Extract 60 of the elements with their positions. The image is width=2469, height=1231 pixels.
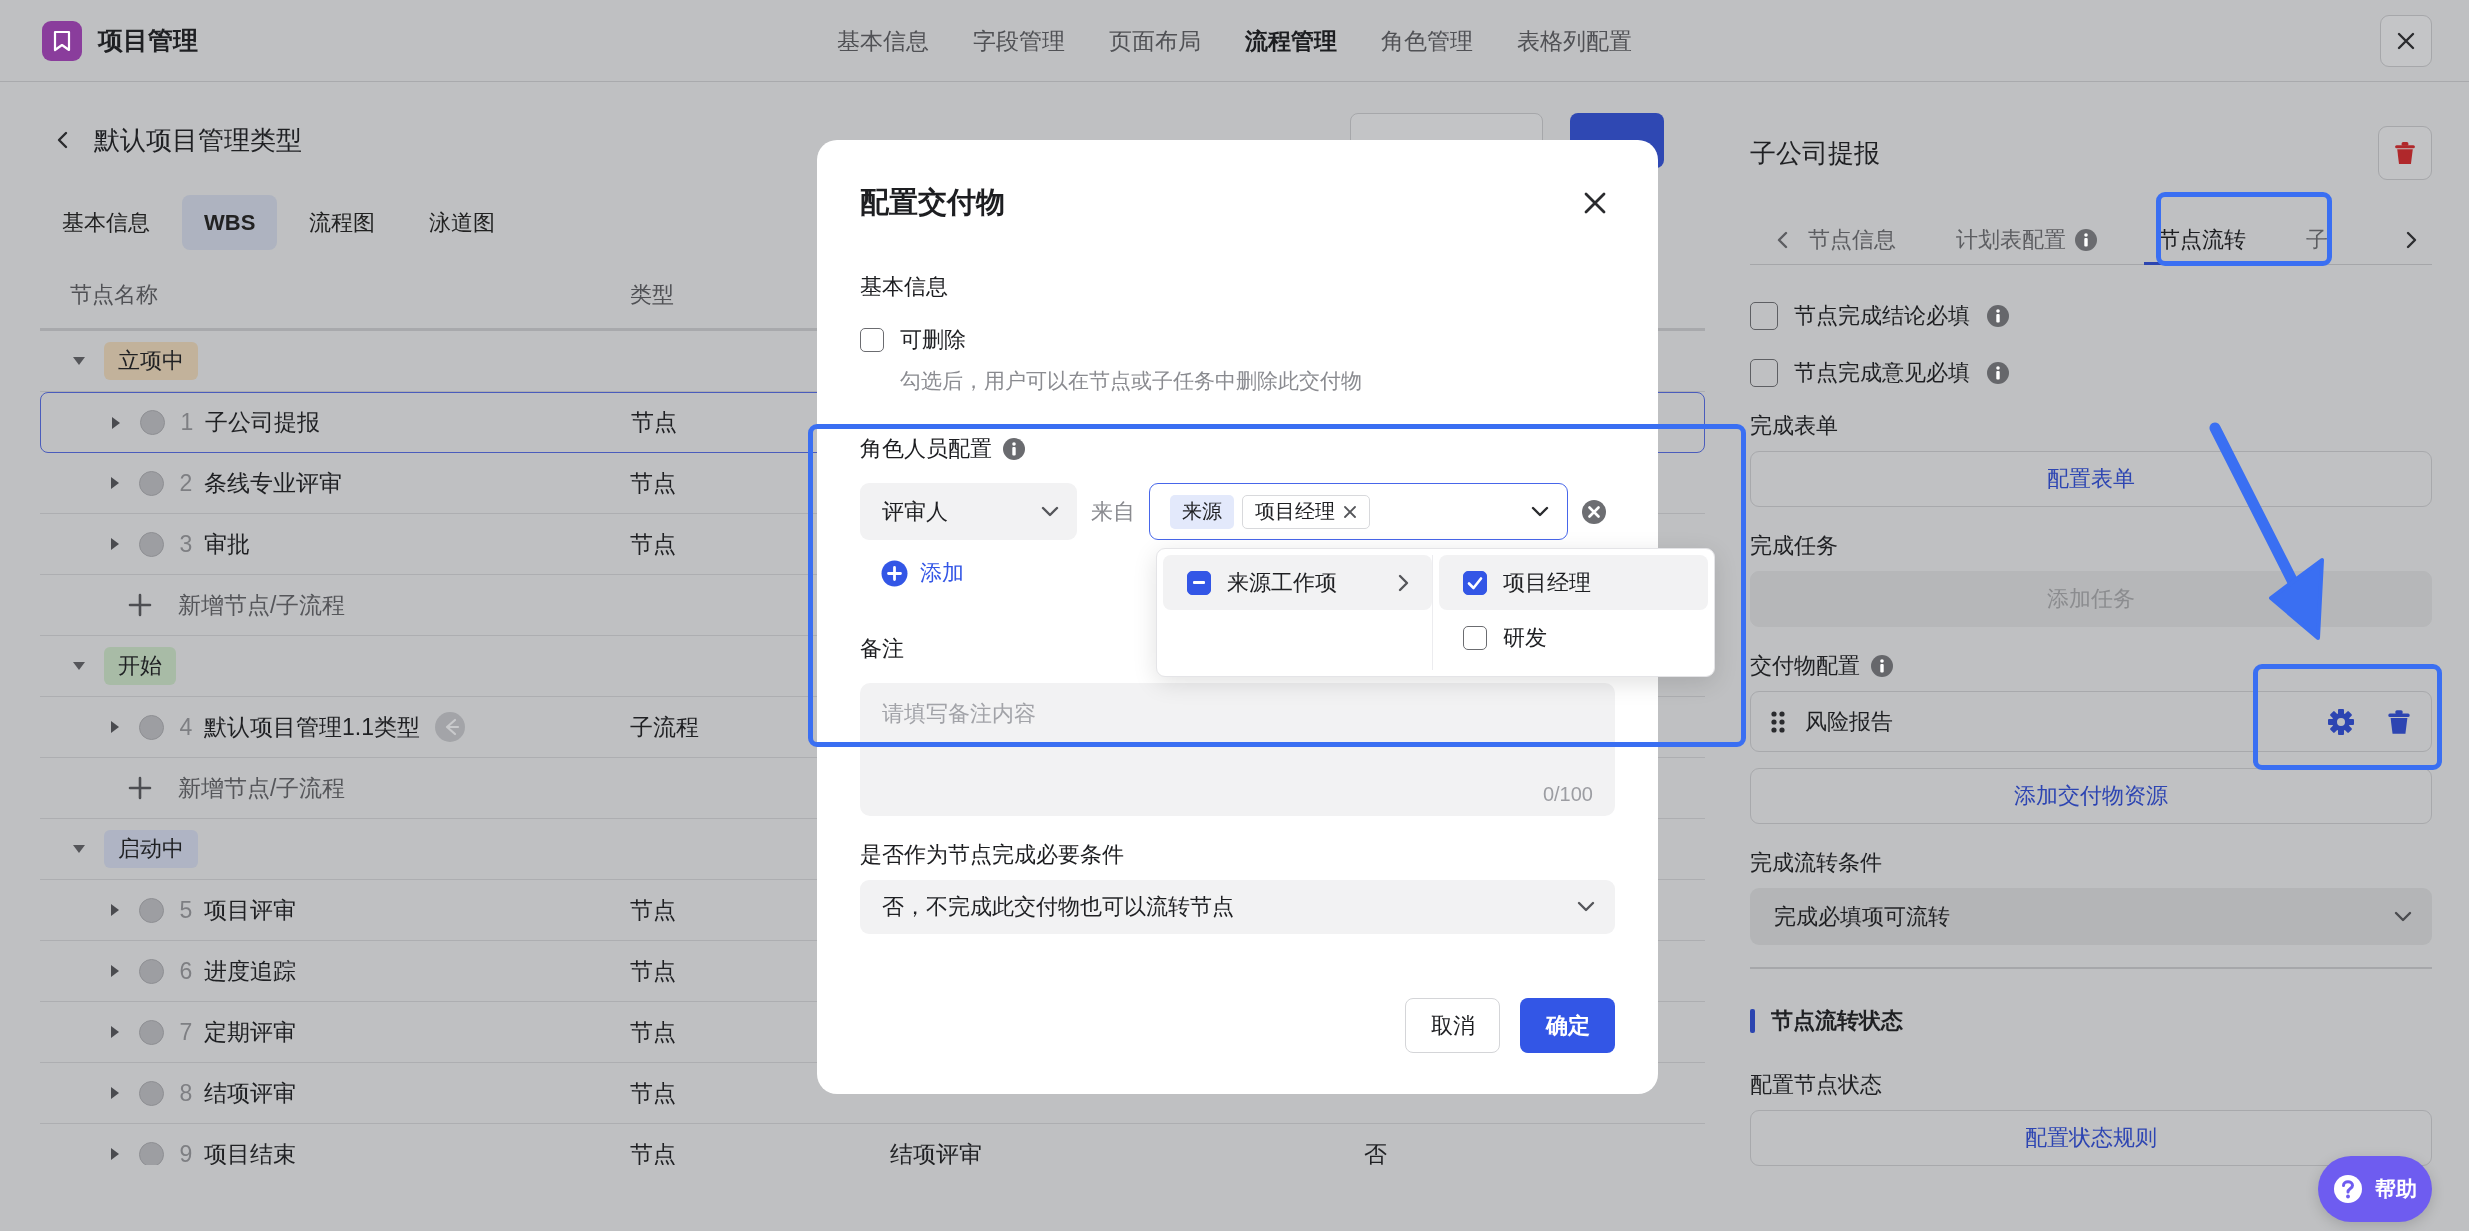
row-number: 2 — [178, 469, 194, 497]
section-heading: 节点流转状态 — [1771, 1007, 1903, 1035]
row-number: 8 — [178, 1079, 194, 1107]
tag: 项目经理 — [1242, 494, 1370, 529]
panel-title: 子公司提报 — [1750, 136, 1880, 170]
row-number: 5 — [178, 896, 194, 924]
row-number: 4 — [178, 713, 194, 741]
table-cell-text: 结项评审 — [890, 1139, 983, 1165]
node-name: 项目结束 — [204, 1139, 296, 1165]
node-name: 进度追踪 — [204, 956, 296, 986]
section-label: 角色人员配置 — [860, 435, 992, 463]
option-label: 来源工作项 — [1227, 568, 1337, 597]
section-label: 备注 — [860, 635, 904, 663]
checkbox-label: 节点完成意见必填 — [1794, 358, 1970, 387]
node-name: 默认项目管理1.1类型 — [204, 712, 420, 742]
row-number: 3 — [178, 530, 194, 558]
column-header: 节点名称 — [70, 280, 158, 309]
row-number: 9 — [178, 1140, 194, 1165]
hint-text: 勾选后，用户可以在节点或子任务中删除此交付物 — [900, 368, 1363, 394]
stage-tag: 启动中 — [104, 830, 198, 868]
node-name: 结项评审 — [204, 1078, 296, 1108]
section-label: 基本信息 — [860, 273, 948, 301]
checkbox-label: 节点完成结论必填 — [1794, 301, 1970, 330]
row-number: 6 — [178, 957, 194, 985]
tag: 来源 — [1170, 494, 1234, 529]
from-label: 来自 — [1091, 497, 1135, 526]
node-name: 子公司提报 — [205, 408, 320, 437]
stage-tag: 开始 — [104, 647, 176, 685]
app-title: 项目管理 — [98, 25, 198, 56]
table-cell-text: 节点 — [631, 408, 678, 437]
row-number: 1 — [179, 409, 195, 436]
table-cell-text: 节点 — [630, 956, 677, 986]
node-name: 审批 — [204, 529, 250, 559]
option-label: 研发 — [1503, 623, 1547, 652]
page-title: 默认项目管理类型 — [94, 123, 302, 157]
node-name: 条线专业评审 — [204, 468, 342, 498]
deliverable-name: 风险报告 — [1805, 707, 1893, 736]
field-label: 完成任务 — [1750, 532, 1838, 560]
field-label: 交付物配置 — [1750, 652, 1860, 680]
checkbox-label: 可删除 — [900, 326, 966, 354]
field-label: 完成流转条件 — [1750, 849, 1882, 877]
table-cell-text: 节点 — [630, 529, 677, 559]
table-cell-text: 节点 — [630, 1017, 677, 1047]
field-label: 配置节点状态 — [1750, 1071, 1882, 1099]
dialog-title: 配置交付物 — [860, 185, 1005, 220]
table-cell-text: 节点 — [630, 895, 677, 925]
row-number: 7 — [178, 1018, 194, 1046]
table-cell-text: 否 — [1364, 1139, 1388, 1165]
character-count: 0/100 — [1542, 783, 1593, 806]
stage-tag: 立项中 — [104, 342, 198, 380]
table-cell-text: 子流程 — [630, 712, 700, 742]
table-cell-text: 节点 — [630, 468, 677, 498]
column-header: 类型 — [630, 280, 674, 309]
option-label: 项目经理 — [1503, 568, 1591, 597]
section-label: 是否作为节点完成必要条件 — [860, 841, 1124, 869]
table-cell-text: 节点 — [630, 1078, 677, 1108]
table-cell-text: 节点 — [630, 1139, 677, 1165]
node-name: 定期评审 — [204, 1017, 296, 1047]
field-label: 完成表单 — [1750, 412, 1838, 440]
node-name: 项目评审 — [204, 895, 296, 925]
